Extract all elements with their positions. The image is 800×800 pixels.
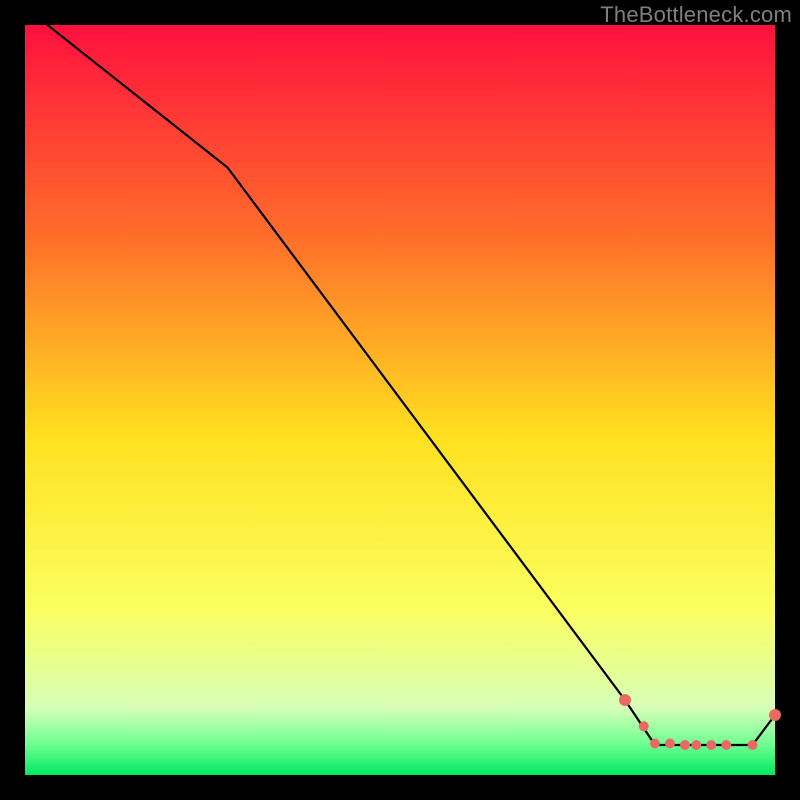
data-point	[665, 739, 675, 749]
data-point	[769, 709, 781, 721]
data-point	[706, 740, 716, 750]
data-point	[639, 721, 649, 731]
chart-stage: { "watermark": "TheBottleneck.com", "col…	[0, 0, 800, 800]
data-point	[721, 740, 731, 750]
bottleneck-chart	[0, 0, 800, 800]
data-point	[691, 740, 701, 750]
data-point	[748, 740, 758, 750]
data-point	[650, 739, 660, 749]
data-point	[619, 694, 631, 706]
data-point	[680, 740, 690, 750]
